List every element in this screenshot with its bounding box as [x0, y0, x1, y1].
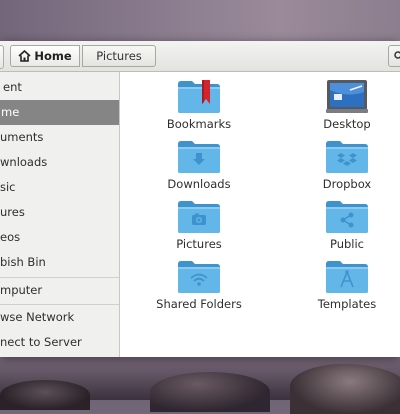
- file-name: Templates: [317, 297, 377, 311]
- wallpaper-rock: [0, 380, 90, 410]
- dropbox-folder-icon: [324, 138, 370, 174]
- file-item-pictures[interactable]: Pictures: [144, 198, 254, 251]
- search-icon: [394, 51, 400, 61]
- public-folder-icon: [324, 198, 370, 234]
- path-button-home[interactable]: Home: [10, 45, 80, 67]
- sidebar-item-browse-network[interactable]: wse Network: [0, 305, 119, 330]
- sidebar-item-label: wse Network: [0, 310, 75, 324]
- sidebar-item-downloads[interactable]: wnloads: [0, 150, 119, 175]
- sidebar-item-music[interactable]: sic: [0, 175, 119, 200]
- file-name: Pictures: [176, 237, 222, 251]
- sidebar-item-label: ures: [0, 205, 25, 219]
- desktop-folder-icon: [324, 78, 370, 114]
- file-name: Public: [329, 237, 365, 251]
- sidebar-item-label: ent: [3, 80, 22, 94]
- sidebar-item-videos[interactable]: eos: [0, 225, 119, 250]
- file-item-bookmarks[interactable]: Bookmarks: [144, 78, 254, 131]
- sidebar-item-computer[interactable]: mputer: [0, 278, 119, 303]
- sidebar-item-recent[interactable]: ent: [0, 75, 119, 100]
- sidebar-item-label: bish Bin: [0, 255, 46, 269]
- file-item-templates[interactable]: Templates: [292, 258, 400, 311]
- sidebar-item-label: sic: [0, 180, 16, 194]
- path-button-pictures[interactable]: Pictures: [82, 45, 156, 67]
- sidebar-item-label: wnloads: [0, 155, 48, 169]
- sidebar-item-trash[interactable]: bish Bin: [0, 250, 119, 275]
- sidebar-item-label: me: [1, 105, 20, 119]
- sidebar-item-label: nect to Server: [0, 335, 82, 349]
- toolbar: Home Pictures: [0, 41, 400, 72]
- file-name: Downloads: [167, 177, 231, 191]
- pictures-folder-icon: [176, 198, 222, 234]
- file-manager-window: Home Pictures ent me uments wnloads sic …: [0, 41, 400, 357]
- sidebar-item-documents[interactable]: uments: [0, 125, 119, 150]
- path-home-label: Home: [34, 49, 72, 63]
- sidebar-item-home[interactable]: me: [0, 100, 119, 125]
- file-item-downloads[interactable]: Downloads: [144, 138, 254, 191]
- wallpaper-rock: [290, 364, 400, 414]
- file-name: Dropbox: [322, 177, 372, 191]
- sidebar-item-connect-to-server[interactable]: nect to Server: [0, 330, 119, 355]
- places-sidebar: ent me uments wnloads sic ures eos bish …: [0, 72, 120, 357]
- path-current-label: Pictures: [96, 49, 142, 63]
- shared-folder-icon: [176, 258, 222, 294]
- file-item-shared-folders[interactable]: Shared Folders: [144, 258, 254, 311]
- file-name: Shared Folders: [156, 297, 242, 311]
- wallpaper-rock: [150, 372, 270, 412]
- download-folder-icon: [176, 138, 222, 174]
- bookmark-folder-icon: [176, 78, 222, 114]
- sidebar-item-pictures[interactable]: ures: [0, 200, 119, 225]
- back-button[interactable]: [0, 45, 4, 69]
- sidebar-item-label: uments: [0, 130, 44, 144]
- file-item-public[interactable]: Public: [292, 198, 400, 251]
- file-name: Bookmarks: [166, 117, 232, 131]
- search-button[interactable]: [388, 45, 400, 67]
- file-view: Bookmarks Desktop Downloads Dropbox Pict…: [120, 72, 400, 357]
- file-name: Desktop: [323, 117, 371, 131]
- sidebar-item-label: eos: [0, 230, 21, 244]
- sidebar-item-label: mputer: [0, 283, 43, 297]
- file-item-desktop[interactable]: Desktop: [292, 78, 400, 131]
- home-icon: [18, 50, 31, 62]
- templates-folder-icon: [324, 258, 370, 294]
- file-item-dropbox[interactable]: Dropbox: [292, 138, 400, 191]
- wallpaper-sky: [0, 0, 400, 44]
